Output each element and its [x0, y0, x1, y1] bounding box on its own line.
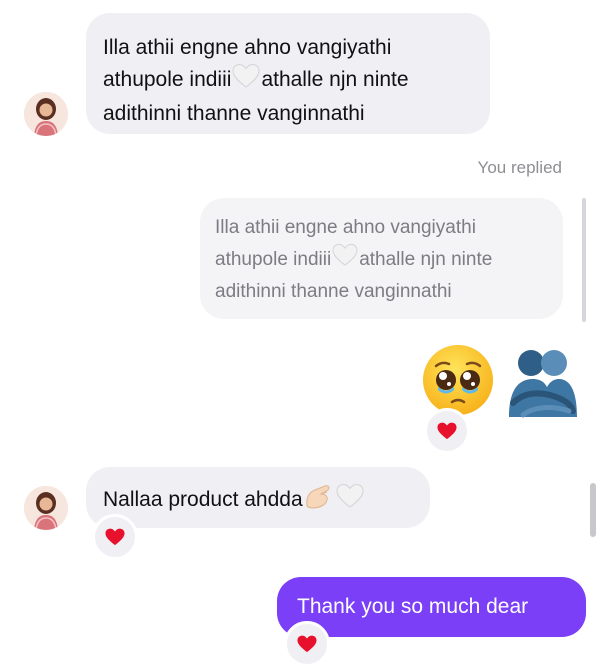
heart-reaction[interactable] — [284, 621, 330, 667]
reply-indicator-line — [582, 198, 586, 322]
white-heart-icon — [335, 483, 365, 518]
quoted-message-bubble[interactable]: Illa athii engne ahno vangiyathi athupol… — [200, 198, 563, 319]
white-heart-icon — [331, 243, 359, 277]
contact-avatar[interactable] — [24, 486, 68, 530]
received-message-bubble[interactable]: Illa athii engne ahno vangiyathi athupol… — [86, 13, 490, 134]
red-heart-icon — [297, 635, 317, 653]
message-text: Thank you so much dear — [297, 595, 529, 618]
red-heart-icon — [437, 422, 457, 440]
chat-thread[interactable]: Illa athii engne ahno vangiyathi athupol… — [0, 0, 600, 667]
people-hugging-icon[interactable] — [503, 345, 581, 426]
scrollbar[interactable] — [590, 483, 596, 537]
white-heart-icon — [231, 63, 261, 98]
red-heart-icon — [105, 528, 125, 546]
quoted-text: Illa athii engne ahno vangiyathi athupol… — [215, 217, 493, 302]
contact-avatar[interactable] — [24, 92, 68, 136]
message-text: Illa athii engne ahno vangiyathi athupol… — [103, 36, 409, 125]
heart-reaction[interactable] — [92, 514, 138, 560]
heart-reaction[interactable] — [424, 408, 470, 454]
message-text: Nallaa product ahdda — [103, 482, 420, 519]
received-message-bubble[interactable]: Nallaa product ahdda — [86, 467, 430, 528]
reply-label: You replied — [477, 158, 562, 177]
pinching-hand-icon — [303, 482, 335, 519]
